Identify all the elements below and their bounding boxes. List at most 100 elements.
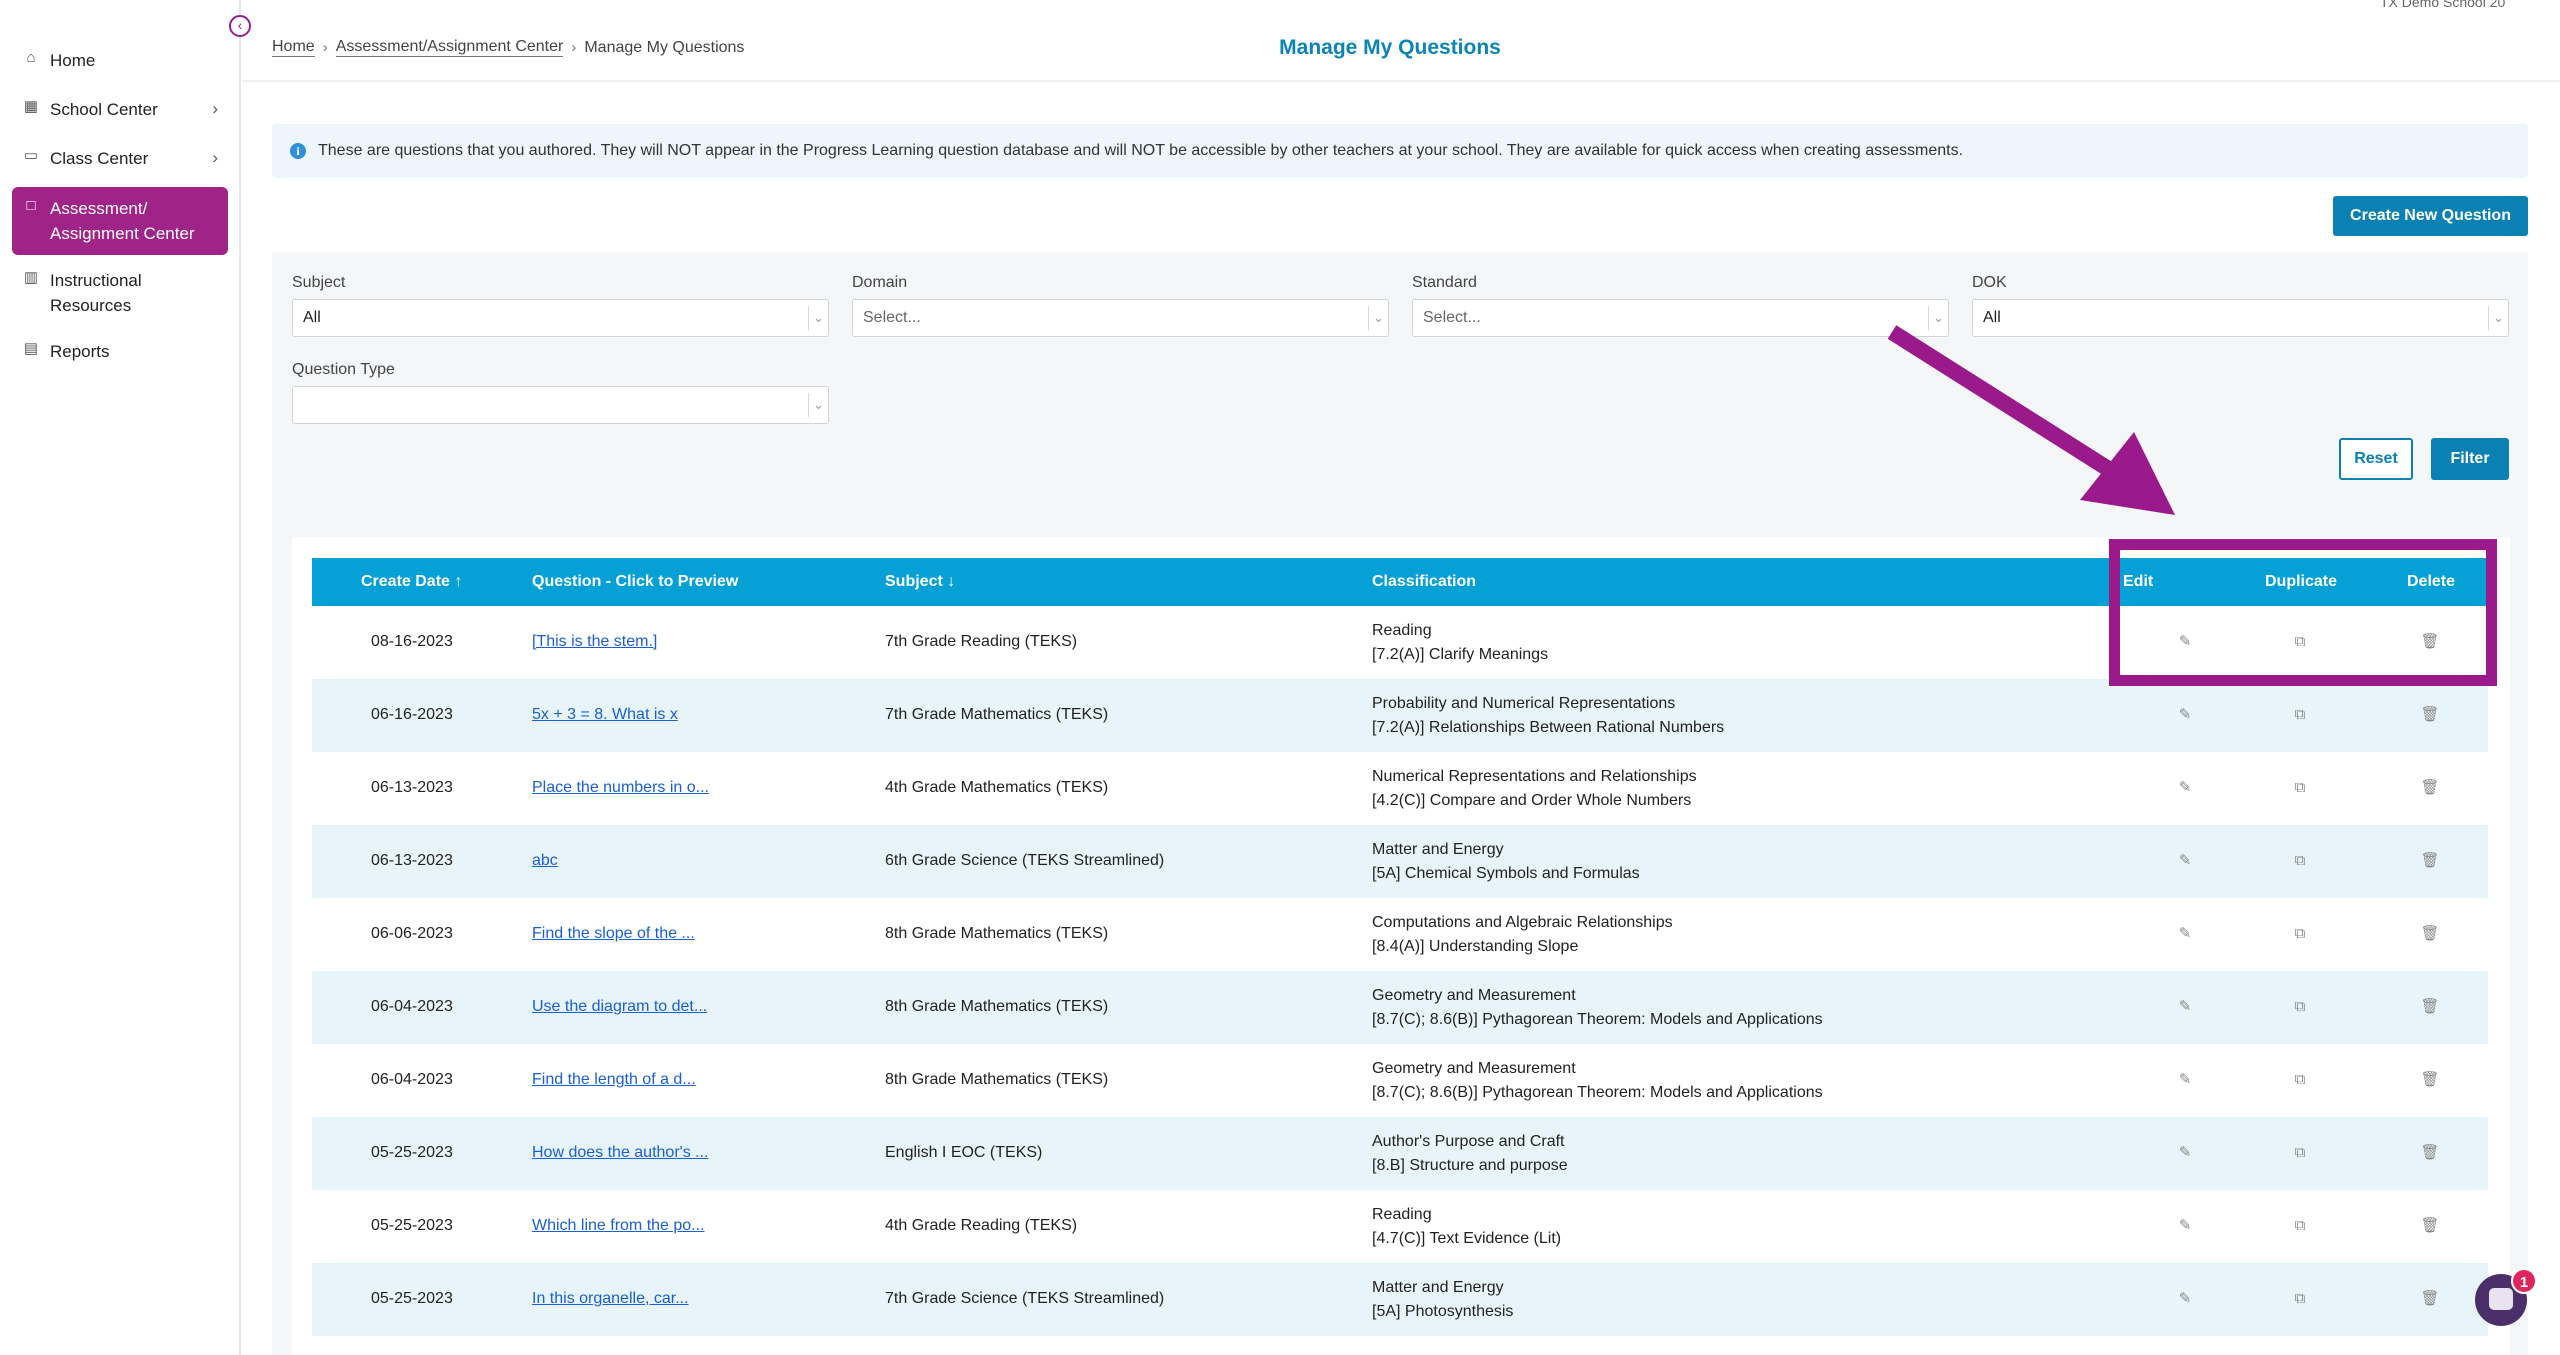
dok-filter-label: DOK (1972, 274, 2007, 291)
classification-domain: Probability and Numerical Representation… (1372, 695, 1676, 712)
row-subject: 6th Grade Science (TEKS Streamlined) (885, 852, 1165, 869)
school-icon: ▦ (23, 98, 39, 115)
classification-domain: Geometry and Measurement (1372, 987, 1576, 1004)
row-subject: 8th Grade Mathematics (TEKS) (885, 998, 1109, 1015)
question-preview-link[interactable]: Find the slope of the ... (532, 925, 695, 943)
question-preview-link[interactable]: In this organelle, car... (532, 1290, 689, 1308)
standard-select[interactable]: Select... ⌄ (1412, 299, 1949, 337)
column-question: Question - Click to Preview (532, 573, 739, 590)
copy-icon[interactable]: ⧉ (2290, 1289, 2310, 1309)
copy-icon[interactable]: ⧉ (2290, 705, 2310, 725)
sidebar-item-class-center[interactable]: ▭ Class Center › (12, 138, 228, 182)
classification-standard: [4.2(C)] Compare and Order Whole Numbers (1372, 792, 1692, 809)
question-preview-link[interactable]: abc (532, 852, 558, 870)
question-preview-link[interactable]: 5x + 3 = 8. What is x (532, 706, 678, 724)
subject-select[interactable]: All ⌄ (292, 299, 829, 337)
trash-icon[interactable]: 🗑 (2420, 705, 2440, 725)
pencil-icon[interactable]: ✎ (2175, 1289, 2195, 1309)
chevron-right-icon: › (571, 39, 577, 56)
arrow-left-circle-icon[interactable]: ‹ (229, 15, 251, 37)
question-type-filter: Question Type ⌄ (292, 361, 829, 424)
trash-icon[interactable]: 🗑 (2420, 778, 2440, 798)
classification-standard: [8.B] Structure and purpose (1372, 1157, 1568, 1174)
domain-select-placeholder: Select... (863, 309, 921, 326)
row-classification: Probability and Numerical Representation… (1372, 692, 1724, 740)
pencil-icon[interactable]: ✎ (2175, 1216, 2195, 1236)
question-preview-link[interactable]: Find the length of a d... (532, 1071, 696, 1089)
chevron-down-icon: ⌄ (808, 306, 828, 330)
chevron-down-icon: ⌄ (1368, 306, 1388, 330)
table-row: 06-16-2023 5x + 3 = 8. What is x 7th Gra… (312, 679, 2488, 752)
breadcrumb-home-link[interactable]: Home (272, 38, 315, 57)
sidebar-item-instructional-resources[interactable]: ▥ Instructional Resources (12, 260, 228, 326)
row-classification: Computations and Algebraic Relationships… (1372, 911, 1673, 959)
row-subject: 7th Grade Reading (TEKS) (885, 633, 1078, 650)
row-subject: English I EOC (TEKS) (885, 1144, 1043, 1161)
question-preview-link[interactable]: Place the numbers in o... (532, 779, 709, 797)
pencil-icon[interactable]: ✎ (2175, 924, 2195, 944)
sidebar-item-home[interactable]: ⌂ Home (12, 40, 228, 84)
row-subject: 8th Grade Mathematics (TEKS) (885, 925, 1109, 942)
copy-icon[interactable]: ⧉ (2290, 778, 2310, 798)
pencil-icon[interactable]: ✎ (2175, 1070, 2195, 1090)
sidebar-item-assessment-center[interactable]: □ Assessment/ Assignment Center (12, 187, 228, 255)
sidebar-item-school-center[interactable]: ▦ School Center › (12, 89, 228, 133)
trash-icon[interactable]: 🗑 (2420, 997, 2440, 1017)
trash-icon[interactable]: 🗑 (2420, 1143, 2440, 1163)
domain-filter-label: Domain (852, 274, 908, 291)
sort-down-icon: ↓ (947, 573, 956, 590)
breadcrumb: Home › Assessment/Assignment Center › Ma… (272, 38, 744, 57)
row-date: 06-04-2023 (371, 998, 453, 1015)
classification-standard: [7.2(A)] Clarify Meanings (1372, 646, 1549, 663)
question-preview-link[interactable]: [This is the stem.] (532, 633, 657, 651)
copy-icon[interactable]: ⧉ (2290, 924, 2310, 944)
copy-icon[interactable]: ⧉ (2290, 851, 2310, 871)
row-classification: Reading [7.2(A)] Clarify Meanings (1372, 619, 1548, 667)
copy-icon[interactable]: ⧉ (2290, 997, 2310, 1017)
column-create-date[interactable]: Create Date ↑ (361, 558, 462, 606)
question-preview-link[interactable]: Use the diagram to det... (532, 998, 707, 1016)
trash-icon[interactable]: 🗑 (2420, 1070, 2440, 1090)
classification-domain: Matter and Energy (1372, 841, 1504, 858)
row-date: 06-13-2023 (371, 779, 453, 796)
table-row: 05-25-2023 In this organelle, car... 7th… (312, 1263, 2488, 1336)
classification-domain: Numerical Representations and Relationsh… (1372, 768, 1697, 785)
trash-icon[interactable]: 🗑 (2420, 1289, 2440, 1309)
breadcrumb-center-link[interactable]: Assessment/Assignment Center (335, 38, 564, 57)
book-open-icon: □ (26, 197, 36, 214)
copy-icon[interactable]: ⧉ (2290, 1143, 2310, 1163)
report-icon: ▤ (23, 340, 39, 357)
trash-icon[interactable]: 🗑 (2420, 1216, 2440, 1236)
standard-select-placeholder: Select... (1423, 309, 1481, 326)
question-type-select[interactable]: ⌄ (292, 386, 829, 424)
pencil-icon[interactable]: ✎ (2175, 997, 2195, 1017)
pencil-icon[interactable]: ✎ (2175, 705, 2195, 725)
pencil-icon[interactable]: ✎ (2175, 1143, 2195, 1163)
sidebar-item-reports[interactable]: ▤ Reports (12, 331, 228, 375)
chevron-right-icon: › (212, 99, 218, 118)
sidebar-nav: ⌂ Home ▦ School Center › ▭ Class Center … (12, 40, 228, 380)
pencil-icon[interactable]: ✎ (2175, 851, 2195, 871)
classification-standard: [8.4(A)] Understanding Slope (1372, 938, 1579, 955)
trash-icon[interactable]: 🗑 (2420, 851, 2440, 871)
column-create-date-label: Create Date (361, 573, 450, 590)
question-preview-link[interactable]: How does the author's ... (532, 1144, 708, 1162)
column-subject[interactable]: Subject ↓ (885, 558, 955, 606)
copy-icon[interactable]: ⧉ (2290, 1216, 2310, 1236)
copy-icon[interactable]: ⧉ (2290, 1070, 2310, 1090)
row-classification: Reading [4.7(C)] Text Evidence (Lit) (1372, 1203, 1561, 1251)
page-title: Manage My Questions (1279, 36, 1501, 59)
reset-button[interactable]: Reset (2339, 438, 2413, 480)
classification-domain: Matter and Energy (1372, 1279, 1504, 1296)
filter-button[interactable]: Filter (2431, 438, 2509, 480)
row-subject: 4th Grade Mathematics (TEKS) (885, 779, 1109, 796)
pencil-icon[interactable]: ✎ (2175, 778, 2195, 798)
question-preview-link[interactable]: Which line from the po... (532, 1217, 705, 1235)
row-classification: Matter and Energy [5A] Photosynthesis (1372, 1276, 1513, 1324)
trash-icon[interactable]: 🗑 (2420, 924, 2440, 944)
annotation-arrow-icon (1887, 325, 2175, 515)
subject-filter: Subject All ⌄ (292, 274, 829, 337)
row-classification: Numerical Representations and Relationsh… (1372, 765, 1697, 813)
create-new-question-button[interactable]: Create New Question (2333, 196, 2528, 236)
domain-select[interactable]: Select... ⌄ (852, 299, 1389, 337)
